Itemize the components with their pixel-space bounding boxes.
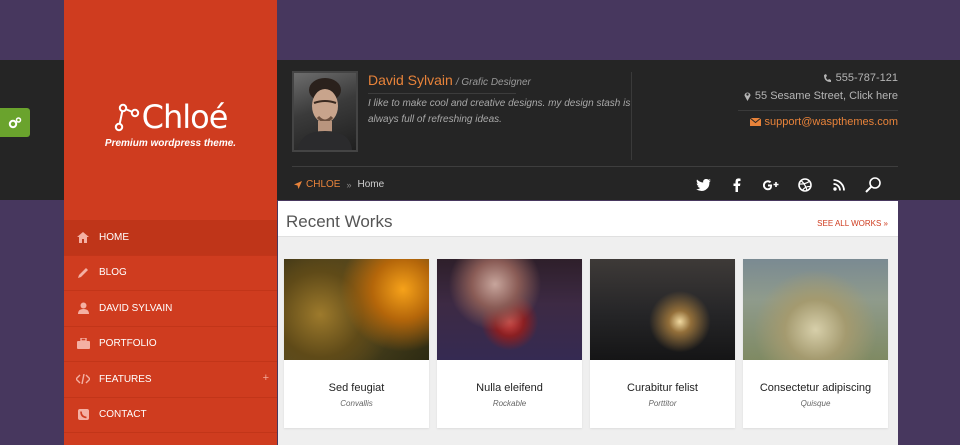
profile-name-line: David Sylvain / Grafic Designer <box>368 72 618 90</box>
dribbble-icon[interactable] <box>788 174 822 196</box>
contact-address[interactable]: 55 Sesame Street, Click here <box>698 90 898 102</box>
divider <box>738 110 898 111</box>
profile-name[interactable]: David Sylvain <box>368 72 453 88</box>
home-icon <box>76 230 90 244</box>
phone-number: 555-787-121 <box>835 72 898 84</box>
work-category: Rockable <box>492 399 527 408</box>
avatar <box>292 71 358 152</box>
work-thumbnail[interactable] <box>284 259 429 360</box>
nav-label: DAVID SYLVAIN <box>99 302 173 314</box>
nav-item-contact[interactable]: CONTACT <box>64 398 277 433</box>
nav-label: CONTACT <box>99 409 147 421</box>
briefcase-icon <box>76 337 90 351</box>
see-all-works-link[interactable]: SEE ALL WORKS » <box>817 219 888 228</box>
code-icon <box>76 372 90 386</box>
nav-label: BLOG <box>99 267 127 279</box>
nav-item-features[interactable]: FEATURES + <box>64 362 277 398</box>
search-icon[interactable] <box>856 174 890 196</box>
profile-bio: I like to make cool and creative designs… <box>368 98 631 125</box>
nav-item-david-sylvain[interactable]: DAVID SYLVAIN <box>64 291 277 327</box>
divider <box>368 93 516 94</box>
work-title[interactable]: Curabitur felist <box>590 382 735 394</box>
work-thumbnail[interactable] <box>743 259 888 360</box>
breadcrumb: CHLOE » Home <box>294 179 384 190</box>
nav-item-blog[interactable]: BLOG <box>64 256 277 291</box>
nav-label: HOME <box>99 231 129 243</box>
submenu-plus-icon[interactable]: + <box>263 372 269 384</box>
section-header: Recent Works SEE ALL WORKS » <box>278 201 898 237</box>
breadcrumb-home-link[interactable]: CHLOE <box>306 179 340 190</box>
divider <box>292 166 898 167</box>
molecule-logo-icon <box>114 103 139 132</box>
main-content: Recent Works SEE ALL WORKS » Sed feugiat… <box>278 201 898 445</box>
gears-icon <box>8 116 22 128</box>
profile-role: / Grafic Designer <box>455 77 531 88</box>
nav-item-home[interactable]: HOME <box>64 220 277 256</box>
work-title[interactable]: Sed feugiat <box>284 382 429 394</box>
sidebar: Chloé Premium wordpress theme. HOME BLOG… <box>64 0 277 445</box>
phone-icon <box>76 408 90 422</box>
double-chevron-icon: » <box>346 179 352 190</box>
work-thumbnail[interactable] <box>437 259 582 360</box>
facebook-icon[interactable] <box>720 174 754 196</box>
style-switcher-button[interactable] <box>0 108 30 137</box>
work-category: Convallis <box>340 399 373 408</box>
divider <box>631 72 632 160</box>
user-icon <box>76 301 90 315</box>
nav-label: PORTFOLIO <box>99 338 157 350</box>
work-category: Porttitor <box>648 399 677 408</box>
profile-header: David Sylvain / Grafic Designer I like to… <box>278 60 898 201</box>
pencil-icon <box>76 266 90 280</box>
works-grid: Sed feugiat Convallis Nulla eleifend Roc… <box>284 259 888 428</box>
email-link: support@waspthemes.com <box>764 116 898 128</box>
work-card[interactable]: Sed feugiat Convallis <box>284 259 429 428</box>
contact-email[interactable]: support@waspthemes.com <box>698 116 898 128</box>
work-thumbnail[interactable] <box>590 259 735 360</box>
nav-item-portfolio[interactable]: PORTFOLIO <box>64 327 277 362</box>
work-title[interactable]: Nulla eleifend <box>437 382 582 394</box>
envelope-icon <box>749 118 761 126</box>
tagline: Premium wordpress theme. <box>104 138 237 149</box>
work-card[interactable]: Consectetur adipiscing Quisque <box>743 259 888 428</box>
work-category: Quisque <box>800 399 831 408</box>
work-card[interactable]: Nulla eleifend Rockable <box>437 259 582 428</box>
phone-icon <box>823 73 832 83</box>
contact-phone: 555-787-121 <box>698 72 898 84</box>
nav-label: FEATURES <box>99 373 152 385</box>
section-title: Recent Works <box>286 212 393 231</box>
map-marker-icon <box>744 91 751 101</box>
address-text: 55 Sesame Street, Click here <box>754 90 898 102</box>
site-logo[interactable]: Chloé Premium wordpress theme. <box>64 98 277 149</box>
main-nav: HOME BLOG DAVID SYLVAIN PORTFOLIO FEATUR… <box>64 220 277 433</box>
twitter-icon[interactable] <box>686 174 720 196</box>
work-card[interactable]: Curabitur felist Porttitor <box>590 259 735 428</box>
location-arrow-icon <box>294 180 302 189</box>
breadcrumb-current: Home <box>357 179 385 190</box>
google-plus-icon[interactable] <box>754 174 788 196</box>
rss-icon[interactable] <box>822 174 856 196</box>
work-title[interactable]: Consectetur adipiscing <box>743 382 888 394</box>
social-links <box>686 174 890 196</box>
logo-text: Chloé <box>141 98 229 136</box>
